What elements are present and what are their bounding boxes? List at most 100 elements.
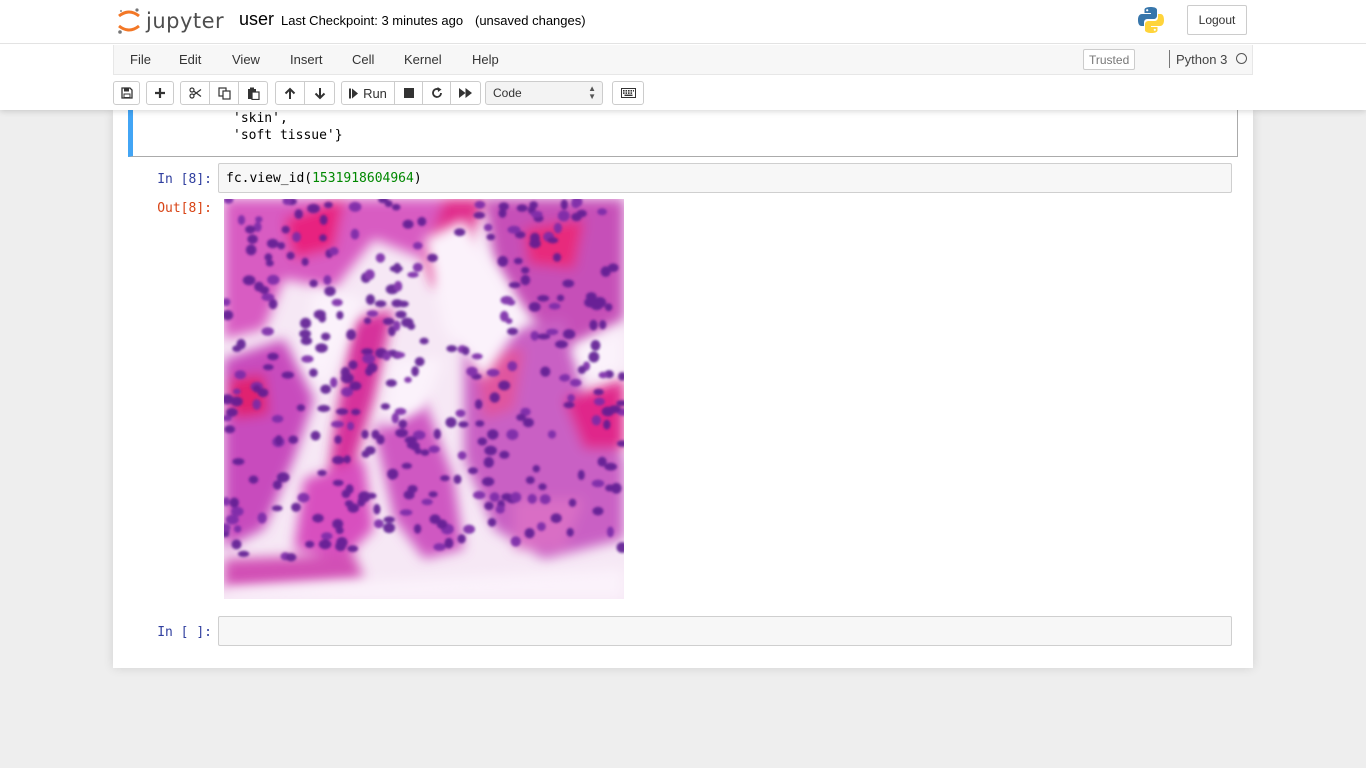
cell-nucleus [401, 317, 414, 328]
command-palette-button[interactable] [612, 81, 644, 105]
cell-nucleus [421, 498, 433, 506]
cell-nucleus [349, 381, 362, 391]
stop-icon [403, 88, 414, 98]
cell-nucleus [335, 541, 346, 552]
step-forward-icon [349, 88, 359, 98]
cell-nucleus [226, 407, 238, 417]
copy-button[interactable] [209, 81, 239, 105]
cell-nucleus [232, 345, 242, 352]
cell-nucleus [373, 503, 381, 515]
cell-nucleus [566, 527, 574, 537]
cell-nucleus [267, 274, 280, 285]
cell-nucleus [347, 545, 359, 553]
cell-nucleus [271, 415, 284, 423]
cell-nucleus [296, 404, 306, 412]
cell-nucleus [277, 242, 286, 250]
cell-nucleus [489, 392, 500, 403]
cell-nucleus [520, 274, 531, 286]
cell-nucleus [391, 412, 399, 424]
cell-nucleus [345, 484, 354, 494]
menu-kernel[interactable]: Kernel [404, 52, 442, 67]
cell-nucleus [237, 550, 250, 557]
cell-nucleus [297, 492, 310, 503]
cell-nucleus [393, 320, 401, 331]
cell-nucleus [407, 271, 419, 278]
cell-nucleus [362, 353, 376, 364]
menu-view[interactable]: View [232, 52, 260, 67]
cell-nucleus [285, 553, 297, 562]
cell-nucleus [281, 371, 294, 379]
move-up-button[interactable] [275, 81, 305, 105]
cell-nucleus [553, 253, 562, 262]
kernel-name[interactable]: Python 3 [1176, 52, 1227, 67]
save-button[interactable] [113, 81, 140, 105]
menu-insert[interactable]: Insert [290, 52, 323, 67]
cell-nucleus [301, 257, 309, 266]
cell-nucleus [331, 420, 344, 428]
cell-nucleus [593, 397, 605, 406]
cell-nucleus [363, 317, 372, 325]
cell-nucleus [309, 279, 318, 288]
cell-nucleus [271, 505, 283, 512]
notebook-name[interactable]: user [239, 9, 274, 30]
cell-nucleus [605, 484, 615, 492]
run-button[interactable]: Run [341, 81, 395, 105]
interrupt-button[interactable] [394, 81, 423, 105]
cell-nucleus [474, 200, 486, 209]
cell-nucleus [385, 379, 397, 387]
cell-nucleus [281, 225, 290, 234]
cut-button[interactable] [180, 81, 210, 105]
cell-nucleus [267, 352, 279, 361]
menu-help[interactable]: Help [472, 52, 499, 67]
fast-forward-icon [458, 88, 472, 98]
cell-nucleus [380, 403, 391, 410]
insert-cell-button[interactable] [146, 81, 174, 105]
cell-nucleus [401, 462, 412, 469]
menu-file[interactable]: File [130, 52, 151, 67]
cell-nucleus [577, 469, 585, 481]
cell-nucleus [321, 332, 331, 341]
menu-cell[interactable]: Cell [352, 52, 374, 67]
cell-type-select[interactable]: Code ▲ ▼ [485, 81, 603, 105]
restart-button[interactable] [422, 81, 451, 105]
cell-nucleus [224, 425, 236, 434]
cell-nucleus [393, 280, 403, 292]
cell-nucleus [576, 209, 587, 218]
cell-nucleus [313, 309, 326, 320]
cell-nucleus [242, 275, 256, 286]
cell-nucleus [234, 525, 242, 533]
trusted-badge[interactable]: Trusted [1083, 49, 1136, 70]
cell-nucleus [245, 244, 257, 256]
code-cell-input[interactable]: fc.view_id(1531918604964) [218, 163, 1232, 193]
cell-nucleus [299, 329, 311, 339]
cell-nucleus [248, 475, 259, 484]
cell-nucleus [453, 474, 462, 484]
cell-nucleus [266, 238, 279, 249]
cell-nucleus [489, 492, 500, 502]
logout-button[interactable]: Logout [1187, 5, 1247, 35]
cell-nucleus [294, 209, 303, 220]
toolbar: Run Code ▲ ▼ [113, 80, 1253, 106]
cell-nucleus [497, 255, 509, 267]
cell-nucleus [590, 299, 604, 311]
cell-nucleus [414, 357, 425, 367]
move-down-button[interactable] [304, 81, 335, 105]
cell-nucleus [412, 262, 423, 272]
selected-cell[interactable]: 'skin', 'soft tissue'} [128, 110, 1238, 157]
menu-edit[interactable]: Edit [179, 52, 201, 67]
cell-nucleus [495, 505, 505, 514]
paste-button[interactable] [238, 81, 268, 105]
cell-nucleus [320, 384, 332, 394]
input-prompt: In [ ]: [157, 625, 212, 640]
cell-nucleus [477, 437, 488, 446]
jupyter-logo[interactable]: jupyter [117, 4, 224, 38]
cell-nucleus [229, 497, 239, 508]
cell-nucleus [486, 368, 500, 377]
restart-run-all-button[interactable] [450, 81, 481, 105]
cell-nucleus [350, 228, 360, 240]
cell-nucleus [446, 345, 457, 353]
empty-code-cell-input[interactable] [218, 616, 1232, 646]
cell-nucleus [329, 247, 339, 256]
cell-nucleus [540, 366, 551, 377]
output-line: 'soft tissue'} [233, 128, 343, 143]
